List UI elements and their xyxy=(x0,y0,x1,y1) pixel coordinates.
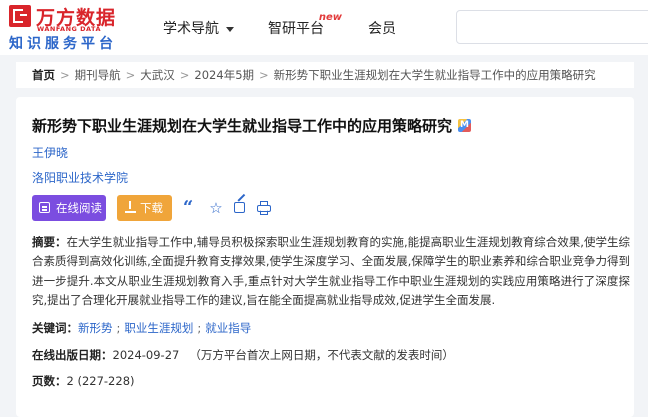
share-icon[interactable] xyxy=(231,193,249,217)
pages-value: 2 (227-228) xyxy=(66,374,135,388)
download-label: 下载 xyxy=(140,201,163,215)
caret-down-icon xyxy=(226,26,234,32)
breadcrumb-separator: > xyxy=(259,68,269,82)
download-button[interactable]: 下载 xyxy=(117,195,172,221)
logo-subtitle: 知识服务平台 xyxy=(9,36,117,52)
logo-english: WANFANG DATA xyxy=(37,25,101,33)
pubdate-value: 2024-09-27 xyxy=(112,348,180,362)
keyword-link[interactable]: 职业生涯规划 xyxy=(124,321,193,335)
author-link[interactable]: 王伊晓 xyxy=(32,144,68,161)
print-body-part xyxy=(257,205,271,212)
read-online-icon xyxy=(39,202,50,213)
abstract-label: 摘要： xyxy=(32,235,67,249)
nav-academic-label: 学术导航 xyxy=(163,21,219,37)
breadcrumb-journal[interactable]: 大武汉 xyxy=(140,68,175,82)
breadcrumb-issue[interactable]: 2024年5期 xyxy=(194,68,254,82)
breadcrumb: 首页 > 期刊导航 > 大武汉 >2024年5期 > 新形势下职业生涯规划在大学生就业指导工作… xyxy=(16,62,634,88)
keyword-separator: ; xyxy=(197,321,202,335)
print-icon[interactable] xyxy=(255,199,273,217)
breadcrumb-home[interactable]: 首页 xyxy=(32,68,55,82)
keyword-link[interactable]: 就业指导 xyxy=(205,321,251,335)
nav-member-label: 会员 xyxy=(368,21,396,37)
article-title-text: 新形势下职业生涯规划在大学生就业指导工作中的应用策略研究 xyxy=(32,117,453,135)
page-count: 页数：2 (227-228) xyxy=(32,373,135,389)
nav-research-platform[interactable]: 智研平台 new xyxy=(268,12,342,38)
online-pub-date: 在线出版日期：2024-09-27 （万方平台首次上网日期，不代表文献的发表时间） xyxy=(32,347,454,363)
search-input[interactable] xyxy=(456,10,648,44)
read-online-label: 在线阅读 xyxy=(56,201,102,215)
breadcrumb-separator: > xyxy=(60,68,70,82)
mendeley-icon[interactable] xyxy=(458,119,472,132)
article-card: 新形势下职业生涯规划在大学生就业指导工作中的应用策略研究 王伊晓 洛阳职业技术学… xyxy=(16,97,634,417)
keywords: 关键词：新形势; 职业生涯规划; 就业指导 xyxy=(32,320,251,336)
new-badge: new xyxy=(318,12,342,23)
favorite-star-icon[interactable]: ☆ xyxy=(207,199,225,217)
nav-member[interactable]: 会员 xyxy=(368,18,396,38)
breadcrumb-current: 新形势下职业生涯规划在大学生就业指导工作中的应用策略研究 xyxy=(273,68,596,82)
pubdate-label: 在线出版日期： xyxy=(32,348,113,362)
download-icon xyxy=(125,201,136,214)
breadcrumb-separator: > xyxy=(125,68,136,82)
breadcrumb-journal-nav[interactable]: 期刊导航 xyxy=(75,68,121,82)
abstract-text: 在大学生就业指导工作中,辅导员积极探索职业生涯规划教育的实施,能提高职业生涯规划… xyxy=(32,235,630,307)
wanfang-logo[interactable]: 万方数据 WANFANG DATA 知识服务平台 xyxy=(9,5,119,52)
share-arrow-part xyxy=(237,193,245,202)
breadcrumb-separator: > xyxy=(179,68,190,82)
article-title: 新形势下职业生涯规划在大学生就业指导工作中的应用策略研究 xyxy=(32,115,472,136)
pages-label: 页数： xyxy=(32,374,67,388)
share-box-part xyxy=(234,202,245,213)
cite-quote-icon[interactable]: “ xyxy=(179,199,197,217)
read-online-button[interactable]: 在线阅读 xyxy=(32,195,106,221)
top-header: 万方数据 WANFANG DATA 知识服务平台 学术导航 智研平台 new 会… xyxy=(0,0,648,55)
nav-academic[interactable]: 学术导航 xyxy=(163,18,234,38)
organization-link[interactable]: 洛阳职业技术学院 xyxy=(32,169,128,186)
abstract: 摘要：在大学生就业指导工作中,辅导员积极探索职业生涯规划教育的实施,能提高职业生… xyxy=(32,233,630,310)
pubdate-note: （万方平台首次上网日期，不代表文献的发表时间） xyxy=(189,348,454,362)
wanfang-logo-icon xyxy=(9,5,31,27)
nav-research-label: 智研平台 xyxy=(268,21,324,37)
keywords-label: 关键词： xyxy=(32,321,78,335)
keyword-separator: ; xyxy=(116,321,121,335)
keyword-link[interactable]: 新形势 xyxy=(78,321,113,335)
